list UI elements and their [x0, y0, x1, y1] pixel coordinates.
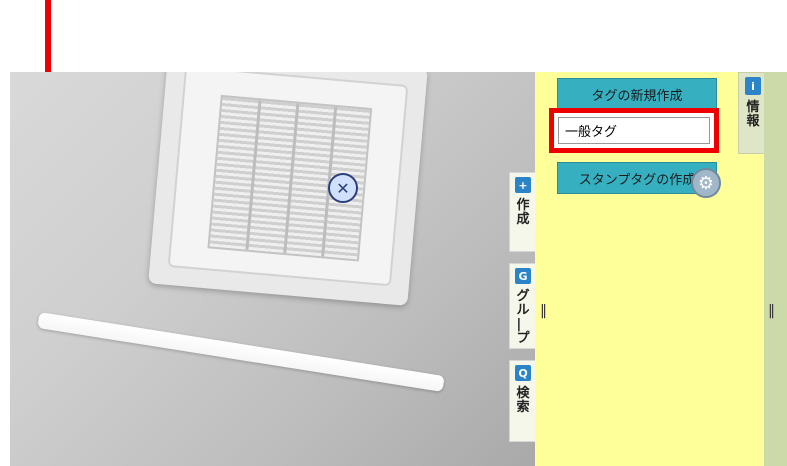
right-resize-handle[interactable]: ‖	[768, 303, 775, 319]
info-icon: i	[745, 77, 761, 95]
tag-highlight-box: 一般タグ	[549, 108, 719, 153]
create-icon: +	[515, 177, 531, 193]
new-tag-button[interactable]: タグの新規作成	[557, 78, 717, 110]
gear-icon[interactable]: ⚙	[691, 168, 721, 198]
tag-name-field[interactable]: 一般タグ	[558, 117, 710, 144]
tab-info-label: 情 報	[746, 100, 760, 129]
panel-resize-handle[interactable]: ‖	[540, 303, 547, 319]
tab-create-label: 作 成	[516, 198, 530, 227]
ceiling-ac-unit	[148, 72, 428, 306]
tag-panel: タグの新規作成 一般タグ スタンプタグの作成 ⚙ ‖	[535, 72, 738, 466]
group-icon: G	[515, 268, 531, 284]
right-panel-strip: ‖	[764, 72, 787, 466]
close-icon[interactable]: ✕	[328, 173, 358, 203]
ceiling-light	[37, 312, 445, 392]
tab-group[interactable]: G グ ル | プ	[509, 263, 536, 349]
photo-viewer[interactable]: ✕	[10, 72, 535, 466]
tab-search-label: 検 索	[516, 386, 530, 415]
tab-search[interactable]: Q 検 索	[509, 360, 536, 442]
search-icon: Q	[515, 365, 531, 381]
tab-group-label: グ ル | プ	[516, 289, 530, 346]
tab-create[interactable]: + 作 成	[509, 172, 536, 252]
